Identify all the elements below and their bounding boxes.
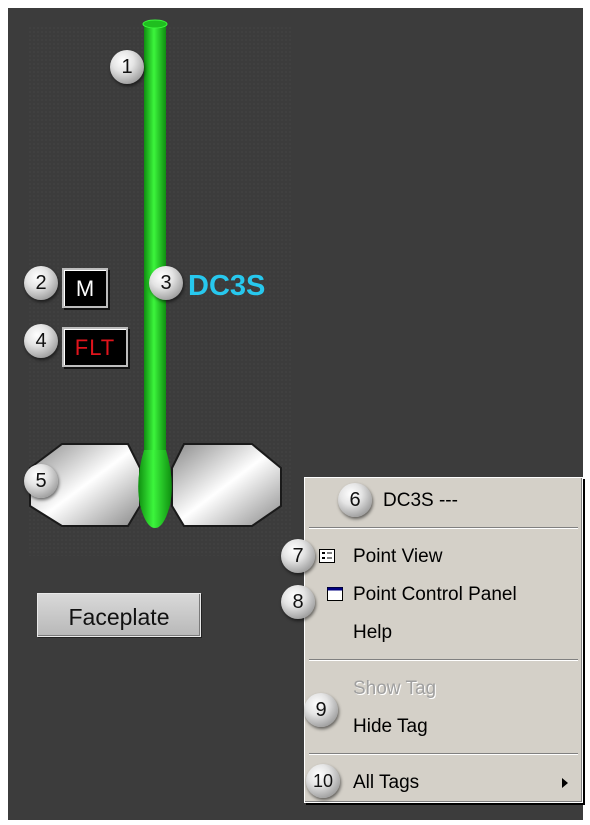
faceplate-button[interactable]: Faceplate [37,593,201,637]
point-tag-name[interactable]: DC3S [188,270,265,303]
green-stem [144,24,166,454]
menu-separator [309,527,578,529]
point-control-panel-icon [327,587,343,601]
point-view-icon [319,549,335,563]
callout-6: 6 [338,483,372,517]
valve-right-wing [171,443,282,527]
mode-badge[interactable]: M [62,268,108,308]
menu-item-point-view[interactable]: Point View [353,544,442,570]
menu-separator [309,659,578,661]
menu-item-all-tags[interactable]: All Tags [353,770,419,796]
menu-item-help[interactable]: Help [353,620,392,646]
menu-item-hide-tag[interactable]: Hide Tag [353,714,428,740]
menu-item-show-tag: Show Tag [353,678,437,699]
callout-8: 8 [281,585,315,619]
callout-9: 9 [304,693,338,727]
menu-item-point-control-panel[interactable]: Point Control Panel [353,582,517,608]
callout-5: 5 [24,464,58,498]
menu-header: DC3S --- [383,490,458,511]
callout-2: 2 [24,266,58,300]
context-menu: DC3S --- Point View Point Control Panel … [304,477,583,803]
green-bulb [138,450,172,528]
submenu-arrow-icon [562,778,568,788]
menu-separator [309,753,578,755]
callout-1: 1 [110,50,144,84]
callout-4: 4 [24,324,58,358]
callout-7: 7 [281,539,315,573]
callout-3: 3 [149,266,183,300]
callout-10: 10 [306,764,340,798]
stem-top [142,19,168,29]
fault-badge[interactable]: FLT [62,327,128,367]
